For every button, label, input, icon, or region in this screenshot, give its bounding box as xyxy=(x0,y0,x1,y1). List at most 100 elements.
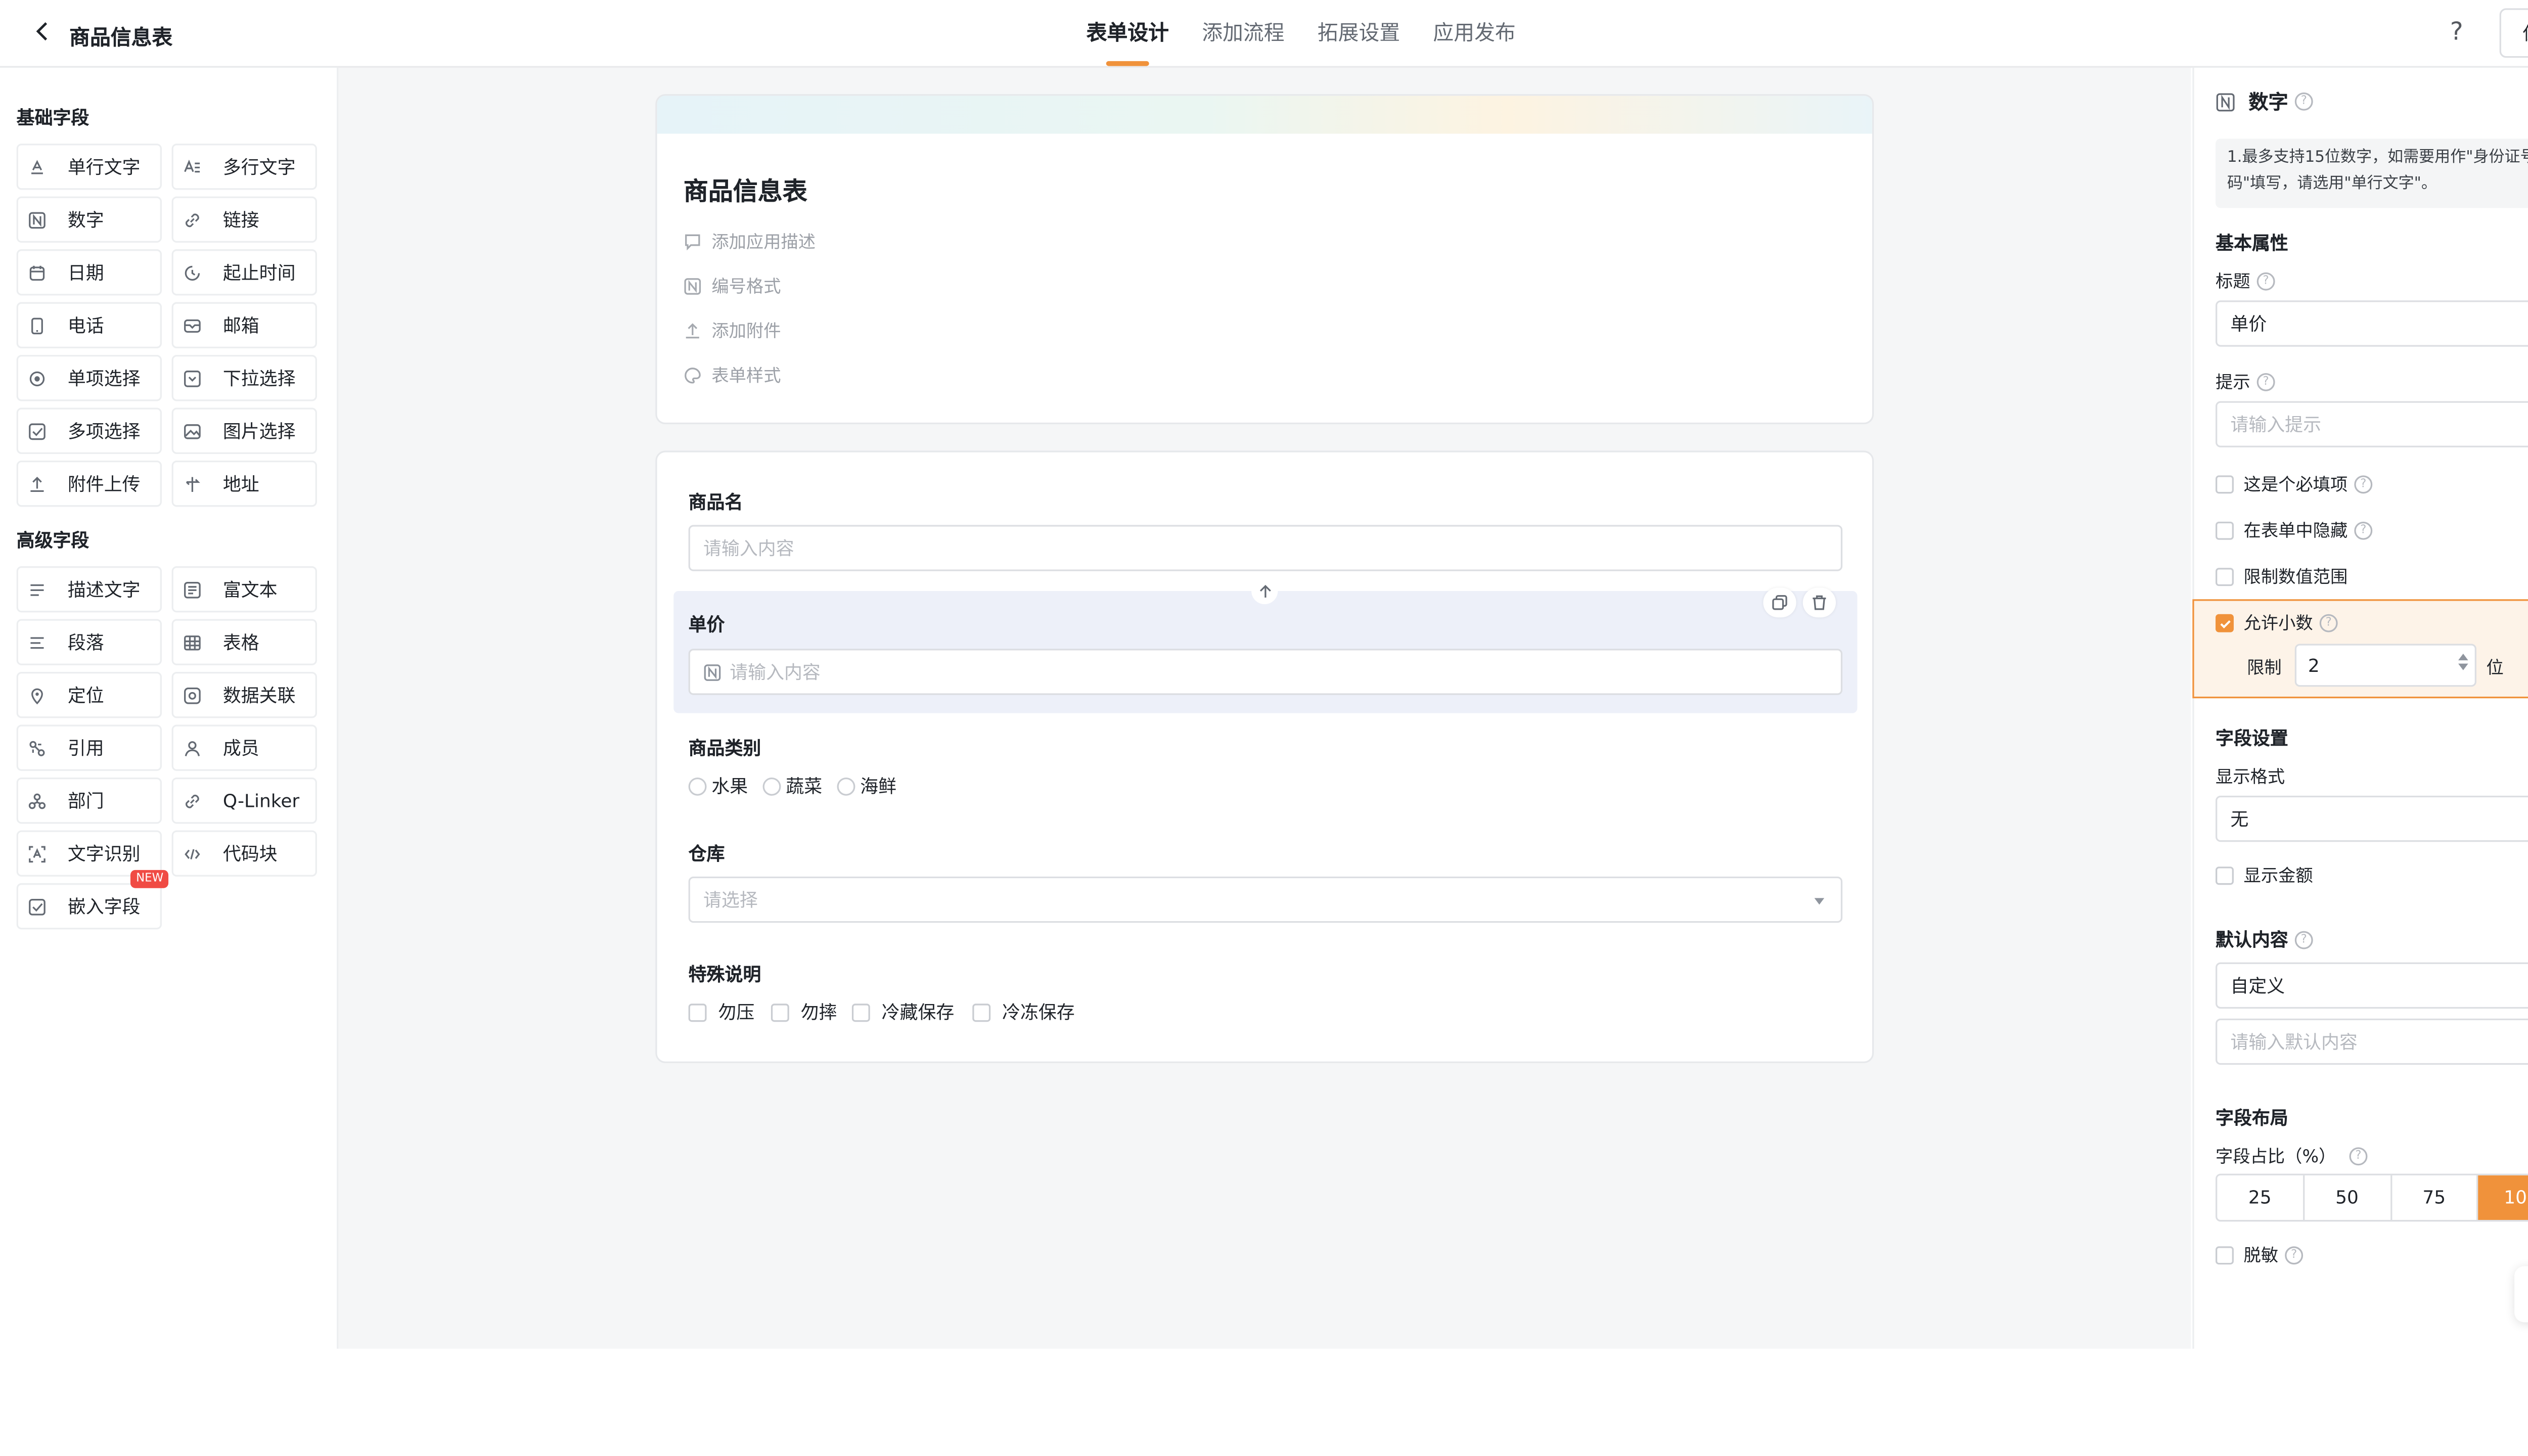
default-mode-select[interactable]: 自定义 xyxy=(2216,962,2528,1009)
palette-item-radio[interactable]: 单项选择 xyxy=(16,355,162,401)
stepper-icon[interactable] xyxy=(2458,654,2468,670)
number-format-action[interactable]: 编号格式 xyxy=(684,274,781,299)
palette-item-time-range[interactable]: 起止时间 xyxy=(171,249,317,296)
palette-item-label: 定位 xyxy=(67,685,104,707)
move-up-icon[interactable] xyxy=(1251,577,1278,605)
q-linker-icon xyxy=(183,792,201,810)
palette-item-code[interactable]: 代码块 xyxy=(171,830,317,877)
decimal-unit: 位 xyxy=(2486,658,2504,679)
tab-extension-settings[interactable]: 拓展设置 xyxy=(1301,0,1417,66)
palette-item-embed[interactable]: 嵌入字段 NEW xyxy=(16,870,169,930)
hint-input[interactable]: 请输入提示 xyxy=(2216,401,2528,447)
basic-properties-title: 基本属性 xyxy=(2216,233,2288,254)
palette-item-description[interactable]: 描述文字 xyxy=(16,566,162,613)
multi-line-text-icon xyxy=(183,158,201,176)
palette-item-location[interactable]: 定位 xyxy=(16,671,162,718)
main-tabs: 表单设计 添加流程 拓展设置 应用发布 xyxy=(1070,0,1532,66)
hidden-checkbox[interactable]: 在表单中隐藏? xyxy=(2216,518,2373,543)
notes-option-no-drop[interactable]: 勿摔 xyxy=(771,999,837,1025)
palette-item-paragraph[interactable]: 段落 xyxy=(16,619,162,665)
checked-icon xyxy=(2216,614,2234,632)
tab-form-design[interactable]: 表单设计 xyxy=(1070,0,1186,66)
palette-item-data-link[interactable]: 数据关联 xyxy=(171,671,317,718)
help-icon[interactable]: ? xyxy=(2256,373,2275,391)
upload-icon xyxy=(686,323,699,339)
add-description-action[interactable]: 添加应用描述 xyxy=(684,230,816,254)
palette-item-dropdown[interactable]: 下拉选择 xyxy=(171,355,317,401)
category-option-seafood[interactable]: 海鲜 xyxy=(837,772,896,799)
tab-app-publish[interactable]: 应用发布 xyxy=(1417,0,1532,66)
palette-item-reference[interactable]: 引用 xyxy=(16,724,162,771)
palette-item-label: 链接 xyxy=(222,209,259,232)
palette-item-mail[interactable]: 邮箱 xyxy=(171,302,317,348)
tab-add-process[interactable]: 添加流程 xyxy=(1186,0,1301,66)
ratio-selector: 25 50 75 100 xyxy=(2216,1173,2528,1222)
form-style-action[interactable]: 表单样式 xyxy=(684,363,781,388)
ratio-option-25[interactable]: 25 xyxy=(2217,1175,2305,1220)
category-option-fruit[interactable]: 水果 xyxy=(688,772,748,799)
notes-option-freeze[interactable]: 冷冻保存 xyxy=(972,999,1075,1025)
palette-item-checkbox[interactable]: 多项选择 xyxy=(16,407,162,454)
checkbox-icon xyxy=(2216,568,2234,586)
palette-item-multi-line-text[interactable]: 多行文字 xyxy=(171,144,317,190)
price-input[interactable]: 请输入内容 xyxy=(688,649,1843,695)
palette-item-single-line-text[interactable]: 单行文字 xyxy=(16,144,162,190)
category-option-vegetable[interactable]: 蔬菜 xyxy=(762,772,822,799)
title-input[interactable]: 单价 xyxy=(2216,300,2528,347)
palette-item-table[interactable]: 表格 xyxy=(171,619,317,665)
palette-item-label: 图片选择 xyxy=(222,421,296,443)
limit-range-checkbox[interactable]: 限制数值范围 xyxy=(2216,565,2348,589)
display-format-select[interactable]: 无 xyxy=(2216,795,2528,842)
product-name-input[interactable]: 请输入内容 xyxy=(688,525,1843,571)
ratio-option-100[interactable]: 100 xyxy=(2478,1175,2528,1220)
save-button[interactable]: 保存 xyxy=(2499,8,2528,58)
palette-item-label: 多项选择 xyxy=(67,421,141,443)
palette-item-upload[interactable]: 附件上传 xyxy=(16,461,162,507)
palette-item-link[interactable]: 链接 xyxy=(171,196,317,243)
notes-option-no-press[interactable]: 勿压 xyxy=(688,999,754,1025)
notes-option-refrigerate[interactable]: 冷藏保存 xyxy=(851,999,954,1025)
copy-icon[interactable] xyxy=(1763,587,1796,618)
default-value-input[interactable]: 请输入默认内容 xyxy=(2216,1018,2528,1065)
required-checkbox[interactable]: 这是个必填项? xyxy=(2216,472,2373,497)
option-label: 勿摔 xyxy=(800,1002,837,1024)
palette-item-label: 下拉选择 xyxy=(222,368,296,390)
help-icon[interactable]: ? xyxy=(2354,475,2373,494)
display-format-label: 显示格式 xyxy=(2216,767,2285,788)
help-icon[interactable]: ? xyxy=(2294,930,2313,948)
help-icon[interactable]: ? xyxy=(2349,1147,2368,1166)
delete-icon[interactable] xyxy=(1802,587,1836,618)
option-label: 冷冻保存 xyxy=(1002,1002,1075,1024)
location-icon xyxy=(28,686,47,704)
decimal-places-value: 2 xyxy=(2308,654,2320,676)
help-icon[interactable]: ? xyxy=(2256,272,2275,291)
decimal-places-input[interactable]: 2 xyxy=(2294,644,2476,687)
help-icon[interactable]: ? xyxy=(2294,92,2313,111)
ratio-option-75[interactable]: 75 xyxy=(2391,1175,2479,1220)
palette-item-number[interactable]: 数字 xyxy=(16,196,162,243)
help-icon[interactable]: ? xyxy=(2354,521,2373,540)
help-icon[interactable]: ? xyxy=(2285,1246,2304,1265)
show-amount-checkbox[interactable]: 显示金额 xyxy=(2216,863,2313,888)
desensitize-checkbox[interactable]: 脱敏? xyxy=(2216,1243,2304,1268)
palette-item-phone[interactable]: 电话 xyxy=(16,302,162,348)
allow-decimal-checkbox[interactable]: 允许小数 ? xyxy=(2216,611,2338,635)
hourglass-icon[interactable] xyxy=(2514,1266,2528,1323)
limit-range-label: 限制数值范围 xyxy=(2243,568,2348,588)
palette-item-rich-text[interactable]: 富文本 xyxy=(171,566,317,613)
help-button[interactable]: ? xyxy=(2450,17,2463,47)
required-label: 这是个必填项 xyxy=(2243,475,2348,495)
back-icon[interactable] xyxy=(30,17,56,47)
add-attachment-action[interactable]: 添加附件 xyxy=(684,318,781,343)
warehouse-select[interactable]: 请选择 xyxy=(688,876,1843,923)
palette-item-label: 单行文字 xyxy=(67,157,141,178)
palette-item-q-linker[interactable]: Q-Linker xyxy=(171,777,317,824)
palette-item-date[interactable]: 日期 xyxy=(16,249,162,296)
palette-item-department[interactable]: 部门 xyxy=(16,777,162,824)
palette-item-member[interactable]: 成员 xyxy=(171,724,317,771)
field-type-label: 数字 xyxy=(2248,90,2288,114)
ratio-option-50[interactable]: 50 xyxy=(2305,1175,2391,1220)
palette-item-image-select[interactable]: 图片选择 xyxy=(171,407,317,454)
help-icon[interactable]: ? xyxy=(2319,614,2338,632)
palette-item-address[interactable]: 地址 xyxy=(171,461,317,507)
